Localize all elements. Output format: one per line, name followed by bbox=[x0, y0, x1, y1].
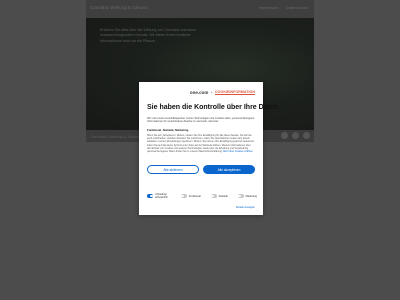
cookie-consent-dialog: one.com + COOKIEINFORMATION Sie haben di… bbox=[139, 82, 278, 215]
toggle-switch[interactable] bbox=[237, 194, 244, 198]
consent-toggles: Unbedingt erforderlich Funktional Statis… bbox=[147, 193, 257, 199]
toggle-statistics[interactable]: Statistik bbox=[210, 193, 228, 199]
toggle-label: Unbedingt erforderlich bbox=[155, 193, 168, 199]
dialog-body: Wenn Sie auf „Akzeptieren“ klicken, erte… bbox=[147, 134, 255, 153]
reject-all-button[interactable]: Alle ablehnen bbox=[147, 165, 199, 174]
brand-cookieinformation: COOKIEINFORMATION bbox=[215, 90, 255, 95]
toggle-switch[interactable] bbox=[147, 194, 153, 198]
toggle-label: Funktional bbox=[188, 194, 201, 198]
toggle-functional[interactable]: Funktional bbox=[180, 193, 201, 199]
show-details-link[interactable]: Details anzeigen bbox=[236, 206, 255, 209]
dialog-purposes: Funktional, Statistik, Marketing bbox=[147, 128, 189, 132]
toggle-marketing[interactable]: Marketing bbox=[237, 193, 257, 199]
toggle-label: Statistik bbox=[218, 194, 228, 198]
toggle-switch[interactable] bbox=[180, 194, 187, 198]
brand-plus: + bbox=[210, 90, 214, 95]
accept-all-button[interactable]: Alle akzeptieren bbox=[203, 165, 255, 174]
toggle-label: Marketing bbox=[245, 194, 257, 198]
brand-one-com: one.com bbox=[189, 90, 209, 95]
dialog-title: Sie haben die Kontrolle über Ihre Daten bbox=[147, 104, 279, 111]
brand-logo: one.com + COOKIEINFORMATION bbox=[190, 90, 255, 95]
toggle-necessary[interactable]: Unbedingt erforderlich bbox=[147, 193, 171, 199]
cookie-info-link[interactable]: Mehr über Cookies erfahren bbox=[223, 150, 253, 153]
dialog-intro: Wir und unsere Geschäftspartner nutzen T… bbox=[147, 117, 255, 124]
toggle-switch[interactable] bbox=[210, 194, 217, 198]
